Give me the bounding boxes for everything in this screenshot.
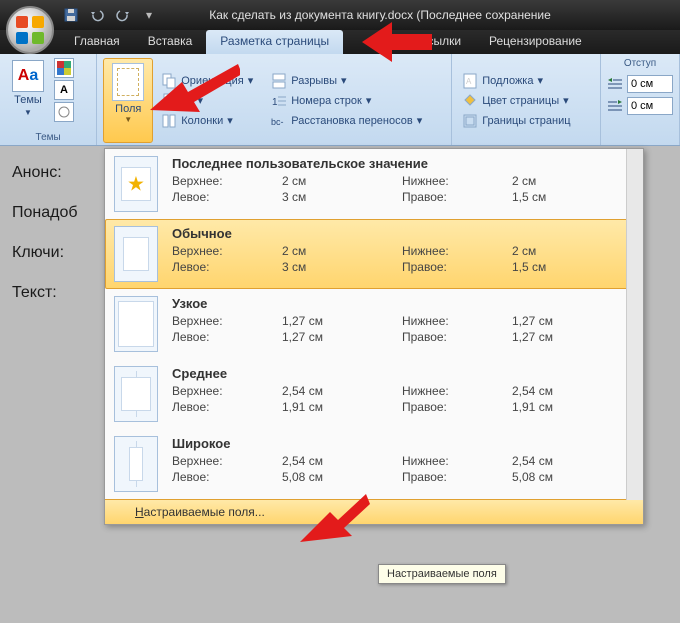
- page-color-button[interactable]: Цвет страницы ▾: [458, 92, 574, 110]
- margin-preset-icon: [114, 226, 158, 282]
- indent-left-input[interactable]: 0 см: [627, 75, 673, 93]
- margins-preset-item[interactable]: Узкое Верхнее:1,27 см Нижнее:1,27 см Лев…: [105, 289, 643, 359]
- margins-button[interactable]: Поля ▼: [103, 58, 153, 143]
- line-numbers-icon: 1: [271, 93, 287, 109]
- group-indent: Отступ 0 см 0 см: [601, 54, 680, 145]
- margins-preset-item[interactable]: Последнее пользовательское значение Верх…: [105, 149, 643, 219]
- page-borders-button[interactable]: Границы страниц: [458, 112, 574, 130]
- preset-title: Среднее: [172, 366, 634, 381]
- preset-title: Обычное: [172, 226, 634, 241]
- group-themes: Aa Темы ▼ A Темы: [0, 54, 97, 145]
- quick-access-toolbar: ▾: [62, 6, 158, 24]
- svg-text:bc-: bc-: [271, 117, 284, 127]
- breaks-icon: [271, 73, 287, 89]
- margins-preset-item[interactable]: Среднее Верхнее:2,54 см Нижнее:2,54 см Л…: [105, 359, 643, 429]
- watermark-icon: A: [462, 73, 478, 89]
- save-icon[interactable]: [62, 6, 80, 24]
- annotation-arrow-custom: [300, 494, 370, 554]
- ribbon: Aa Темы ▼ A Темы Поля ▼ Ориентация ▾ ер …: [0, 54, 680, 146]
- theme-fonts-icon[interactable]: A: [54, 80, 74, 100]
- annotation-arrow-tab: [362, 12, 432, 72]
- hyphenation-icon: bc-: [271, 113, 287, 129]
- indent-right-icon: [607, 99, 623, 113]
- ribbon-tabs: Главная Вставка Разметка страницы Рассыл…: [0, 30, 680, 54]
- office-button[interactable]: [6, 6, 54, 54]
- indent-label: Отступ: [607, 58, 673, 69]
- annotation-arrow-margins: [150, 62, 240, 132]
- margins-preset-item[interactable]: Широкое Верхнее:2,54 см Нижнее:2,54 см Л…: [105, 429, 643, 499]
- margin-preset-icon: [114, 366, 158, 422]
- margins-label: Поля: [115, 103, 141, 115]
- svg-text:A: A: [466, 77, 472, 86]
- preset-title: Последнее пользовательское значение: [172, 156, 634, 171]
- group-themes-label: Темы: [6, 132, 90, 143]
- svg-text:1: 1: [272, 97, 278, 108]
- office-logo-icon: [16, 16, 44, 44]
- tab-home[interactable]: Главная: [60, 30, 134, 54]
- tab-insert[interactable]: Вставка: [134, 30, 207, 54]
- margins-preset-item[interactable]: Обычное Верхнее:2 см Нижнее:2 см Левое:3…: [105, 219, 643, 289]
- themes-button[interactable]: Aa Темы ▼: [6, 58, 50, 132]
- themes-label: Темы: [14, 94, 42, 106]
- tooltip: Настраиваемые поля: [378, 564, 506, 584]
- custom-margins-button[interactable]: Настраиваемые поля...: [105, 499, 643, 524]
- indent-right-input[interactable]: 0 см: [627, 97, 673, 115]
- page-borders-icon: [462, 113, 478, 129]
- preset-title: Широкое: [172, 436, 634, 451]
- margins-icon: [112, 63, 144, 101]
- margins-dropdown: Последнее пользовательское значение Верх…: [104, 148, 644, 525]
- preset-title: Узкое: [172, 296, 634, 311]
- hyphenation-button[interactable]: bc-Расстановка переносов ▾: [267, 112, 426, 130]
- line-numbers-button[interactable]: 1Номера строк ▾: [267, 92, 426, 110]
- tab-review[interactable]: Рецензирование: [475, 30, 596, 54]
- title-bar: ▾ Как сделать из документа книгу.docx (П…: [0, 0, 680, 30]
- margin-preset-icon: [114, 156, 158, 212]
- page-color-icon: [462, 93, 478, 109]
- themes-icon: Aa: [12, 60, 44, 92]
- breaks-button[interactable]: Разрывы ▾: [267, 72, 426, 90]
- margin-preset-icon: [114, 296, 158, 352]
- indent-left-icon: [607, 77, 623, 91]
- redo-icon[interactable]: [114, 6, 132, 24]
- group-page-background: AПодложка ▾ Цвет страницы ▾ Границы стра…: [452, 54, 601, 145]
- qat-dropdown-icon[interactable]: ▾: [140, 6, 158, 24]
- undo-icon[interactable]: [88, 6, 106, 24]
- theme-effects-icon[interactable]: [54, 102, 74, 122]
- tab-page-layout[interactable]: Разметка страницы: [206, 30, 343, 54]
- dropdown-scrollbar[interactable]: [626, 149, 643, 500]
- margin-preset-icon: [114, 436, 158, 492]
- theme-colors-icon[interactable]: [54, 58, 74, 78]
- watermark-button[interactable]: AПодложка ▾: [458, 72, 574, 90]
